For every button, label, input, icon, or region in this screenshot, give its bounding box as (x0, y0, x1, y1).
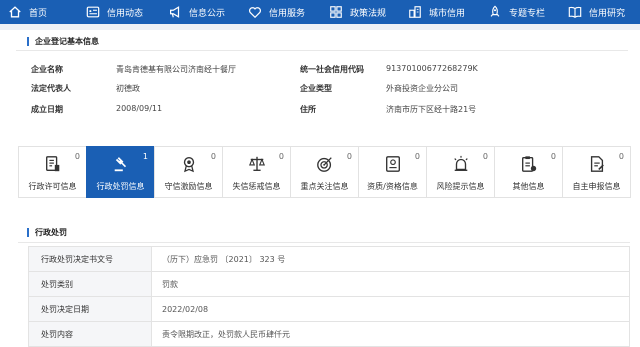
credit-code-value: 91370100677268279K (386, 64, 478, 73)
news-icon (86, 6, 100, 18)
divider (18, 242, 630, 243)
megaphone-icon (170, 6, 180, 18)
tab-label: 行政许可信息 (28, 182, 77, 191)
tab-label: 自主申报信息 (572, 182, 621, 191)
tab-count: 0 (278, 152, 284, 161)
tab-self-declaration[interactable]: 0 自主申报信息 (562, 146, 631, 198)
legal-rep-value: 初德政 (116, 84, 140, 93)
company-type-value: 外商投资企业分公司 (386, 84, 458, 93)
tab-count: 0 (346, 152, 352, 161)
tab-count: 0 (550, 152, 556, 161)
nav-label: 信用服务 (269, 8, 306, 19)
alarm-icon (453, 155, 468, 171)
penalty-content-label: 处罚内容 (28, 321, 152, 347)
established-date-label: 成立日期 (31, 105, 63, 114)
city-icon (409, 6, 421, 18)
nav-label: 信用动态 (107, 8, 144, 19)
nav-label: 首页 (29, 8, 48, 19)
table-row: 处罚内容 责令限期改正，处罚款人民币肆仟元 (28, 321, 630, 347)
address-label: 住所 (300, 105, 316, 114)
basic-info-card: 企业登记基本信息 企业名称 青岛肯德基有限公司济南经十餐厅 统一社会信用代码 9… (16, 32, 628, 132)
penalty-type-label: 处罚类别 (28, 271, 152, 297)
book-icon (568, 6, 582, 18)
tab-dishonesty-punishment[interactable]: 0 失信惩戒信息 (222, 146, 291, 198)
decision-date-value: 2022/02/08 (151, 296, 630, 322)
tab-qualification[interactable]: 0 资质/资格信息 (358, 146, 427, 198)
penalty-content-value: 责令限期改正，处罚款人民币肆仟元 (151, 321, 630, 347)
tab-label: 守信激励信息 (164, 182, 213, 191)
medal-icon (183, 157, 194, 173)
tab-other-info[interactable]: 0 其他信息 (494, 146, 563, 198)
nav-label: 城市信用 (429, 8, 466, 19)
nav-credit-news[interactable]: 信用动态 (78, 0, 160, 24)
gavel-icon (114, 157, 126, 172)
tab-count: 1 (142, 152, 148, 161)
basic-info-title: 企业登记基本信息 (27, 37, 99, 46)
table-row: 行政处罚决定书文号 （历下）应急罚 〔2021〕 323 号 (28, 246, 630, 272)
scales-icon (248, 156, 265, 171)
target-icon (316, 157, 332, 172)
tab-trust-incentive[interactable]: 0 守信激励信息 (154, 146, 223, 198)
nav-label: 信息公示 (189, 8, 226, 19)
tab-count: 0 (482, 152, 488, 161)
company-name-label: 企业名称 (31, 65, 63, 74)
nav-credit-research[interactable]: 信用研究 (560, 0, 640, 24)
established-date-value: 2008/09/11 (116, 104, 163, 113)
nav-special-column[interactable]: 专题专栏 (480, 0, 560, 24)
address-value: 济南市历下区经十路21号 (386, 105, 477, 114)
nav-label: 专题专栏 (509, 8, 546, 19)
home-icon (9, 6, 21, 18)
tab-count: 0 (618, 152, 624, 161)
tab-admin-penalty[interactable]: 1 行政处罚信息 (86, 146, 155, 198)
nav-shadow-band (0, 24, 640, 30)
company-name-value: 青岛肯德基有限公司济南经十餐厅 (116, 65, 236, 74)
report-icon (590, 156, 604, 172)
divider (16, 50, 628, 51)
clipboard-icon (521, 156, 536, 172)
nav-city-credit[interactable]: 城市信用 (400, 0, 480, 24)
rocket-icon (490, 5, 500, 17)
legal-rep-label: 法定代表人 (31, 84, 71, 93)
tab-count: 0 (414, 152, 420, 161)
tab-label: 其他信息 (512, 182, 545, 191)
certificate-icon (385, 156, 400, 172)
license-icon (45, 156, 59, 172)
penalty-type-value: 罚款 (151, 271, 630, 297)
tab-label: 重点关注信息 (300, 182, 349, 191)
tab-label: 失信惩戒信息 (232, 182, 281, 191)
decision-number-value: （历下）应急罚 〔2021〕 323 号 (151, 246, 630, 272)
top-nav: 首页 信用动态 信息公示 信用服务 政策法规 城市信用 专题专栏 信用研究 (0, 0, 640, 24)
nav-policy[interactable]: 政策法规 (321, 0, 400, 24)
tab-count: 0 (210, 152, 216, 161)
grid-icon (330, 6, 342, 18)
penalty-section-title: 行政处罚 (27, 228, 67, 237)
tab-key-attention[interactable]: 0 重点关注信息 (290, 146, 359, 198)
nav-info-disclosure[interactable]: 信息公示 (160, 0, 240, 24)
table-row: 处罚类别 罚款 (28, 271, 630, 297)
nav-home[interactable]: 首页 (0, 0, 78, 24)
company-type-label: 企业类型 (300, 84, 332, 93)
tab-risk-warning[interactable]: 0 风险提示信息 (426, 146, 495, 198)
nav-label: 信用研究 (589, 8, 626, 19)
nav-label: 政策法规 (350, 8, 387, 19)
decision-number-label: 行政处罚决定书文号 (28, 246, 152, 272)
table-row: 处罚决定日期 2022/02/08 (28, 296, 630, 322)
nav-credit-service[interactable]: 信用服务 (240, 0, 321, 24)
category-tabs: 0 行政许可信息 1 行政处罚信息 0 守信激励信息 0 失信惩戒信息 0 重点… (18, 146, 638, 198)
tab-admin-license[interactable]: 0 行政许可信息 (18, 146, 87, 198)
credit-code-label: 统一社会信用代码 (300, 65, 364, 74)
decision-date-label: 处罚决定日期 (28, 296, 152, 322)
heart-icon (249, 7, 261, 19)
tab-label: 风险提示信息 (436, 182, 485, 191)
tab-label: 资质/资格信息 (367, 182, 418, 191)
tab-label: 行政处罚信息 (96, 182, 145, 191)
penalty-table: 行政处罚决定书文号 （历下）应急罚 〔2021〕 323 号 处罚类别 罚款 处… (28, 246, 630, 347)
tab-count: 0 (74, 152, 80, 161)
